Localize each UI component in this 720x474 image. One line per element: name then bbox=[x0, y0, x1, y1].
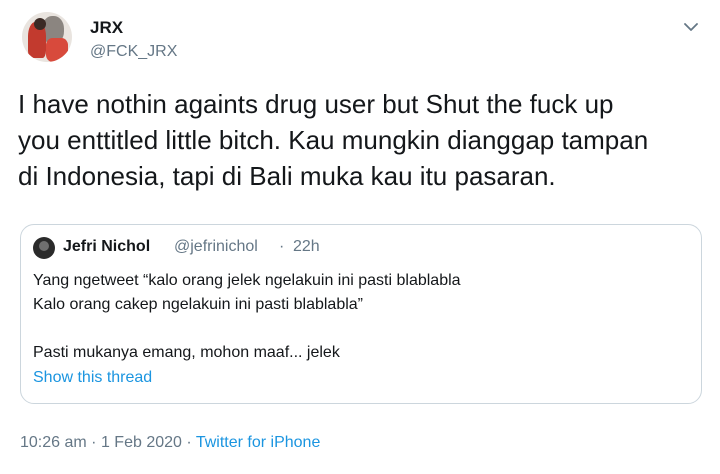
quoted-body-line: Yang ngetweet “kalo orang jelek ngelakui… bbox=[33, 272, 461, 289]
quoted-handle: @jefrinichol bbox=[174, 238, 258, 255]
quoted-display-name: Jefri Nichol bbox=[63, 238, 151, 255]
quoted-body-line: Pasti mukanya emang, mohon maaf... jelek bbox=[33, 344, 340, 361]
quoted-body-line bbox=[33, 317, 693, 341]
tweet-source-link[interactable]: Twitter for iPhone bbox=[196, 434, 321, 451]
quoted-timestamp[interactable]: 22h bbox=[293, 238, 320, 256]
tweet-text: I have nothin againts drug user but Shut… bbox=[18, 86, 702, 194]
quoted-separator: · bbox=[279, 238, 285, 255]
meta-separator: · bbox=[91, 434, 97, 451]
quoted-avatar[interactable] bbox=[33, 237, 55, 259]
tweet-text-line: di Indonesia, tapi di Bali muka kau itu … bbox=[18, 161, 556, 191]
tweet-time[interactable]: 10:26 am bbox=[20, 434, 87, 451]
tweet-text-line: I have nothin againts drug user but Shut… bbox=[18, 89, 614, 119]
quoted-body-line: Kalo orang cakep ngelakuin ini pasti bla… bbox=[33, 296, 363, 313]
tweet-date[interactable]: 1 Feb 2020 bbox=[101, 434, 182, 451]
meta-separator: · bbox=[186, 434, 192, 451]
show-thread-link[interactable]: Show this thread bbox=[33, 369, 152, 387]
author-handle[interactable]: @FCK_JRX bbox=[90, 43, 177, 61]
tweet-metadata: 10:26 am · 1 Feb 2020 · Twitter for iPho… bbox=[20, 434, 320, 452]
avatar[interactable] bbox=[22, 12, 72, 62]
quoted-tweet[interactable]: Jefri Nichol @jefrinichol · 22h Yang nge… bbox=[20, 224, 702, 404]
tweet: JRX @FCK_JRX I have nothin againts drug … bbox=[0, 0, 720, 474]
quoted-body: Yang ngetweet “kalo orang jelek ngelakui… bbox=[33, 269, 693, 365]
tweet-text-line: you enttitled little bitch. Kau mungkin … bbox=[18, 125, 649, 155]
chevron-down-icon[interactable] bbox=[680, 16, 702, 38]
author-display-name[interactable]: JRX bbox=[90, 18, 123, 38]
